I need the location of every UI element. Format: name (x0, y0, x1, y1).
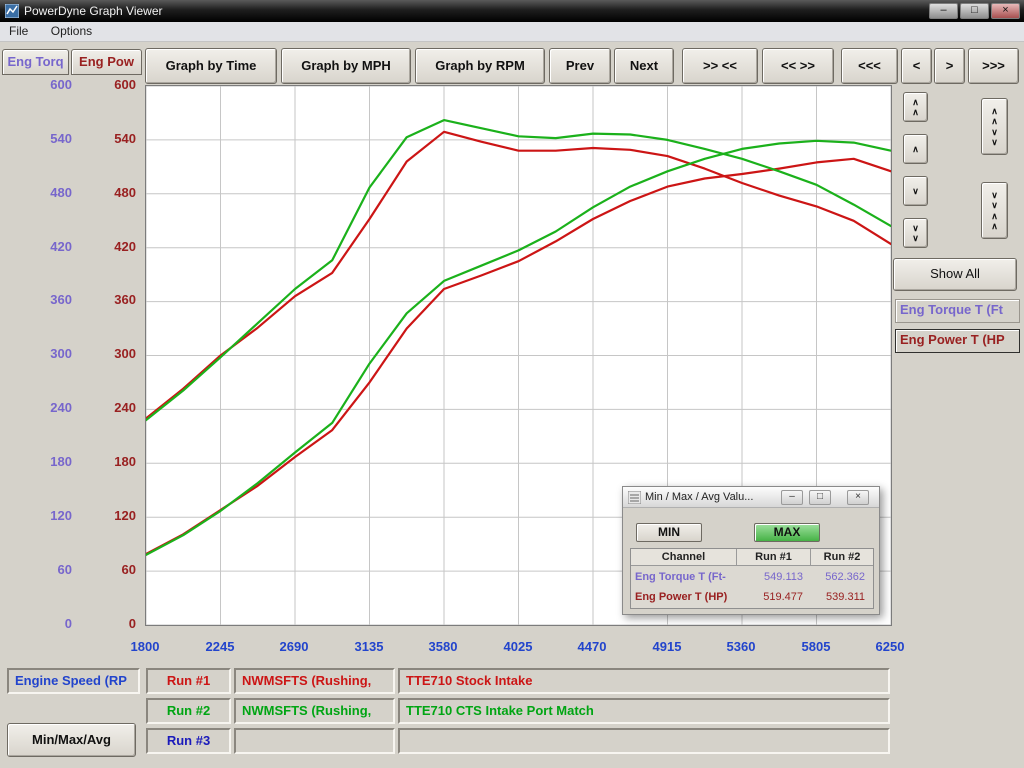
legend-eng-power[interactable]: Eng Power T (HP (895, 329, 1020, 353)
minmax-title-bar[interactable]: Min / Max / Avg Valu... – □ × (623, 487, 879, 508)
prev-button[interactable]: Prev (549, 48, 611, 84)
scroll-fast-left-button[interactable]: <<< (841, 48, 898, 84)
x-tick-label: 6250 (855, 639, 925, 655)
max-toggle-button[interactable]: MAX (754, 523, 820, 542)
run3-row: Run #3 (0, 728, 1024, 754)
y-tick-label: 480 (16, 184, 72, 202)
run2-label[interactable]: Run #2 (146, 698, 231, 724)
run1-description-field[interactable]: TTE710 Stock Intake (398, 668, 890, 694)
maximize-button[interactable]: □ (960, 3, 989, 19)
run2-value-cell: 562.362 (811, 567, 873, 587)
minmax-window-title: Min / Max / Avg Valu... (645, 491, 753, 503)
minimize-button[interactable]: – (929, 3, 958, 19)
run1-value-cell: 519.477 (737, 587, 811, 607)
zoom-y-in-button[interactable]: ∧ ∧ ∨ ∨ (981, 98, 1008, 155)
run2-row: Run #2 NWMSFTS (Rushing, TTE710 CTS Inta… (0, 698, 1024, 724)
run2-value-cell: 539.311 (811, 587, 873, 607)
x-tick-label: 4470 (557, 639, 627, 655)
graph-by-time-button[interactable]: Graph by Time (145, 48, 277, 84)
x-tick-label: 3580 (408, 639, 478, 655)
y-tick-label: 600 (16, 76, 72, 94)
menu-bar: File Options (0, 22, 1024, 42)
legend-eng-torque[interactable]: Eng Torque T (Ft (895, 299, 1020, 323)
scale-page-down-button[interactable]: ∨ ∨ (903, 218, 928, 248)
column-header-run1: Run #1 (737, 549, 811, 566)
app-icon (5, 4, 19, 18)
graph-by-mph-button[interactable]: Graph by MPH (281, 48, 411, 84)
y-tick-label: 300 (16, 345, 72, 363)
y-tick-label: 180 (16, 453, 72, 471)
scale-page-up-button[interactable]: ∧ ∧ (903, 92, 928, 122)
y-tick-label: 420 (80, 238, 136, 256)
x-tick-label: 1800 (110, 639, 180, 655)
column-header-run2: Run #2 (811, 549, 873, 566)
x-tick-label: 5805 (781, 639, 851, 655)
x-tick-label: 2690 (259, 639, 329, 655)
run1-row: Run #1 NWMSFTS (Rushing, TTE710 Stock In… (0, 668, 1024, 694)
tab-eng-torque[interactable]: Eng Torq (2, 49, 69, 75)
tab-eng-power[interactable]: Eng Pow (71, 49, 142, 75)
scroll-right-button[interactable]: > (934, 48, 965, 84)
minmax-window-icon (628, 491, 641, 504)
minmax-close-button[interactable]: × (847, 490, 869, 505)
y-tick-label: 600 (80, 76, 136, 94)
minmax-minimize-button[interactable]: – (781, 490, 803, 505)
menu-options[interactable]: Options (42, 22, 101, 40)
y-tick-label: 120 (16, 507, 72, 525)
scroll-fast-right-button[interactable]: >>> (968, 48, 1019, 84)
app-window: PowerDyne Graph Viewer – □ × File Option… (0, 0, 1024, 768)
show-all-button[interactable]: Show All (893, 258, 1017, 291)
y-tick-label: 360 (80, 291, 136, 309)
next-button[interactable]: Next (614, 48, 674, 84)
close-button[interactable]: × (991, 3, 1020, 19)
zoom-in-x-button[interactable]: >> << (682, 48, 758, 84)
run2-operator-field[interactable]: NWMSFTS (Rushing, (234, 698, 395, 724)
column-header-channel: Channel (631, 549, 737, 566)
y-tick-label: 540 (16, 130, 72, 148)
run3-description-field[interactable] (398, 728, 890, 754)
minmax-restore-button[interactable]: □ (809, 490, 831, 505)
minmax-window: Min / Max / Avg Valu... – □ × MIN MAX Ch… (622, 486, 880, 615)
run2-description-field[interactable]: TTE710 CTS Intake Port Match (398, 698, 890, 724)
y-tick-label: 0 (80, 615, 136, 633)
y-tick-label: 60 (16, 561, 72, 579)
zoom-y-out-button[interactable]: ∨ ∨ ∧ ∧ (981, 182, 1008, 239)
run3-label[interactable]: Run #3 (146, 728, 231, 754)
y-tick-label: 360 (16, 291, 72, 309)
y-tick-label: 0 (16, 615, 72, 633)
y-tick-label: 240 (80, 399, 136, 417)
title-bar: PowerDyne Graph Viewer – □ × (0, 0, 1024, 22)
scale-down-button[interactable]: ∨ (903, 176, 928, 206)
y-tick-label: 420 (16, 238, 72, 256)
x-tick-label: 5360 (706, 639, 776, 655)
run1-label[interactable]: Run #1 (146, 668, 231, 694)
y-tick-label: 480 (80, 184, 136, 202)
run1-operator-field[interactable]: NWMSFTS (Rushing, (234, 668, 395, 694)
menu-file[interactable]: File (0, 22, 37, 40)
x-tick-label: 4915 (632, 639, 702, 655)
run3-operator-field[interactable] (234, 728, 395, 754)
channel-cell: Eng Power T (HP) (631, 587, 737, 607)
scale-up-button[interactable]: ∧ (903, 134, 928, 164)
x-tick-label: 4025 (483, 639, 553, 655)
channel-cell: Eng Torque T (Ft- (631, 567, 737, 587)
y-tick-label: 60 (80, 561, 136, 579)
min-max-avg-button[interactable]: Min/Max/Avg (7, 723, 136, 757)
run1-value-cell: 549.113 (737, 567, 811, 587)
zoom-out-x-button[interactable]: << >> (762, 48, 834, 84)
window-title: PowerDyne Graph Viewer (24, 4, 163, 18)
x-tick-label: 2245 (185, 639, 255, 655)
graph-by-rpm-button[interactable]: Graph by RPM (415, 48, 545, 84)
minmax-table: Channel Run #1 Run #2 Eng Torque T (Ft- … (630, 548, 874, 609)
min-toggle-button[interactable]: MIN (636, 523, 702, 542)
y-tick-label: 300 (80, 345, 136, 363)
x-tick-label: 3135 (334, 639, 404, 655)
y-tick-label: 540 (80, 130, 136, 148)
y-tick-label: 120 (80, 507, 136, 525)
y-tick-label: 240 (16, 399, 72, 417)
scroll-left-button[interactable]: < (901, 48, 932, 84)
y-tick-label: 180 (80, 453, 136, 471)
